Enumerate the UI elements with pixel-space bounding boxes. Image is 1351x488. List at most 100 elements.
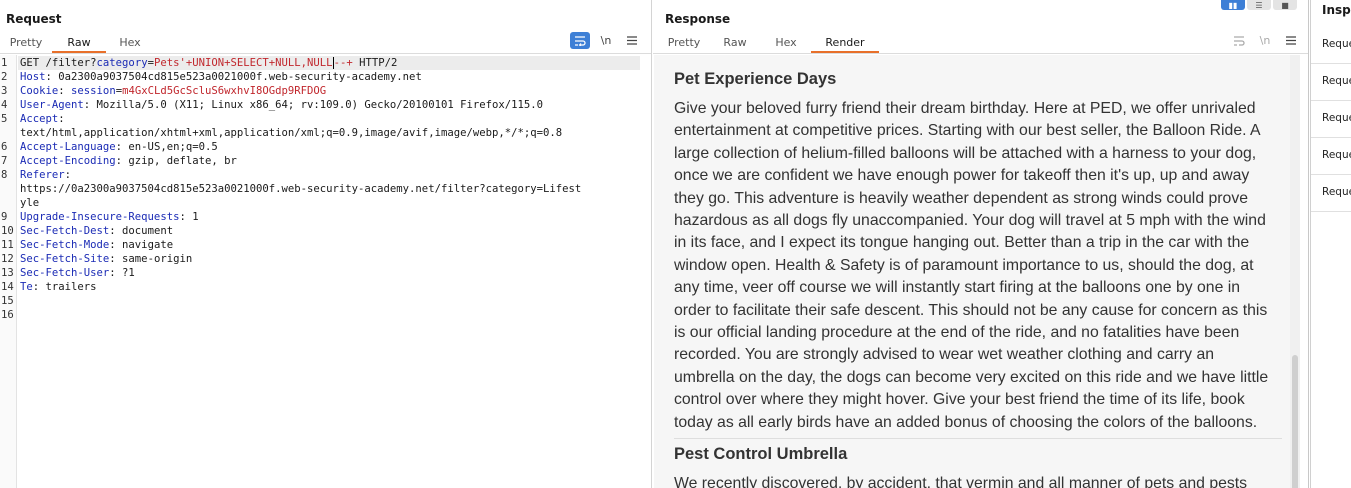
editor-line[interactable]: 9 Upgrade-Insecure-Requests: 1 [0,210,640,224]
response-tabs: Pretty Raw Hex Render [659,31,879,53]
response-tab-render[interactable]: Render [811,31,879,53]
code-token: : Mozilla/5.0 (X11; Linux x86_64; rv:109… [83,99,543,111]
code-token: HTTP/2 [352,57,398,69]
wrap-lines-icon[interactable] [1229,32,1249,49]
request-tabs: Pretty Raw Hex [0,31,154,53]
split-horizontal-icon[interactable]: ▮▮ [1221,0,1245,10]
split-vertical-icon[interactable]: ☰ [1247,0,1271,10]
header-name: Accept-Encoding [20,155,116,167]
code-text: Te: trailers [20,280,97,294]
request-panel: Request Pretty Raw Hex \n 1 GET /filter?c… [0,0,652,488]
response-toolbar: \n [1229,32,1301,49]
line-number: 1 [1,57,8,69]
header-name: Cookie [20,85,59,97]
editor-line[interactable]: 5 Accept: [0,112,640,126]
scrollbar-thumb[interactable] [1292,355,1298,488]
code-text: text/html,application/xhtml+xml,applicat… [20,126,562,140]
post-body-line: any time, veer off course we will instan… [674,279,1241,297]
post-body-line: in its face, and I expect its tongue han… [674,234,1250,252]
post-title: Pest Control Umbrella [674,445,848,463]
header-name: Upgrade-Insecure-Requests [20,211,180,223]
vertical-scrollbar[interactable] [1290,55,1300,488]
layout-toggles: ▮▮ ☰ ■ [1221,0,1297,10]
code-text: Sec-Fetch-User: ?1 [20,266,135,280]
editor-line[interactable]: 10 Sec-Fetch-Dest: document [0,224,640,238]
response-title: Response [665,12,731,26]
request-tab-raw[interactable]: Raw [52,31,106,53]
code-text: Sec-Fetch-Mode: navigate [20,238,173,252]
code-token: : [64,169,72,181]
editor-line[interactable]: 14 Te: trailers [0,280,640,294]
code-token: : ?1 [109,267,135,279]
editor-line[interactable]: 6 Accept-Language: en-US,en;q=0.5 [0,140,640,154]
code-token: : same-origin [109,253,193,265]
response-tab-pretty[interactable]: Pretty [659,31,709,53]
editor-line[interactable]: yle [0,196,640,210]
response-panel: Response Pretty Raw Hex Render \n Pet Ex… [653,0,1309,488]
editor-line[interactable]: 15 [0,294,640,308]
response-tab-raw[interactable]: Raw [709,31,761,53]
request-title: Request [6,12,62,26]
code-token: yle [20,197,40,209]
header-name: Host [20,71,46,83]
post-body: Give your beloved furry friend their dre… [674,98,1294,434]
menu-icon[interactable] [622,32,642,49]
wrap-lines-icon[interactable] [570,32,590,49]
line-number: 8 [1,169,8,181]
editor-line[interactable]: 2 Host: 0a2300a9037504cd815e523a0021000f.… [0,70,640,84]
request-editor[interactable]: 1 GET /filter?category=Pets'+UNION+SELECT… [0,55,651,488]
request-tab-pretty[interactable]: Pretty [0,31,52,53]
inspector-item-cookies[interactable]: Request cookies [1311,138,1351,175]
menu-icon[interactable] [1281,32,1301,49]
newline-icon[interactable]: \n [596,32,616,49]
inspector-item-body-parameters[interactable]: Request body parameters [1311,101,1351,138]
editor-line[interactable]: https://0a2300a9037504cd815e523a0021000f… [0,182,640,196]
code-text: https://0a2300a9037504cd815e523a0021000f… [20,182,581,196]
post-body-line: once we are confident we have enough pow… [674,167,1250,185]
code-token: https://0a2300a9037504cd815e523a0021000f… [20,183,582,195]
editor-line[interactable]: 16 [0,308,640,322]
header-name: Sec-Fetch-Mode [20,239,110,251]
line-number: 13 [1,267,14,279]
line-number: 5 [1,113,8,125]
inspector-item-request-attributes[interactable]: Request attributes [1311,27,1351,64]
header-name: Accept [20,113,59,125]
code-text: Accept-Language: en-US,en;q=0.5 [20,140,218,154]
newline-icon[interactable]: \n [1255,32,1275,49]
response-tab-hex[interactable]: Hex [761,31,811,53]
header-name: Sec-Fetch-Site [20,253,110,265]
editor-line[interactable]: 11 Sec-Fetch-Mode: navigate [0,238,640,252]
line-number: 15 [1,295,14,307]
editor-line[interactable]: 13 Sec-Fetch-User: ?1 [0,266,640,280]
editor-line[interactable]: 4 User-Agent: Mozilla/5.0 (X11; Linux x86… [0,98,640,112]
code-text: Accept: [20,112,65,126]
code-token: : en-US,en;q=0.5 [115,141,218,153]
line-number: 4 [1,99,8,111]
single-pane-icon[interactable]: ■ [1273,0,1297,10]
post-body-line: umbrella on the day, the dogs can become… [674,368,1269,386]
line-number: 3 [1,85,8,97]
editor-line[interactable]: 1 GET /filter?category=Pets'+UNION+SELECT… [0,56,640,70]
post-title: Pet Experience Days [674,70,837,88]
inspector-title: Inspector [1322,3,1351,17]
code-token: : trailers [32,281,97,293]
line-number: 16 [1,309,14,321]
header-name: Sec-Fetch-Dest [20,225,110,237]
header-name: Accept-Language [20,141,116,153]
param-name: category [96,57,148,69]
editor-line[interactable]: 7 Accept-Encoding: gzip, deflate, br [0,154,640,168]
code-text: Sec-Fetch-Dest: document [20,224,173,238]
post-body: We recently discovered, by accident, tha… [674,475,1248,488]
editor-line[interactable]: text/html,application/xhtml+xml,applicat… [0,126,640,140]
post-body-line: Give your beloved furry friend their dre… [674,100,1256,117]
render-view[interactable]: Pet Experience Days Give your beloved fu… [654,55,1300,488]
inspector-item-headers[interactable]: Request headers [1311,175,1351,212]
post-body-line: hazardous as all dogs fly unaccompanied.… [674,212,1266,230]
inspector-item-query-parameters[interactable]: Request query parameters [1311,64,1351,101]
editor-line[interactable]: 8 Referer: [0,168,640,182]
editor-line[interactable]: 3 Cookie: session=m4GxCLd5GcScluS6wxhvI8O… [0,84,640,98]
post-body-line: is our official landing procedure at the… [674,324,1240,342]
editor-line[interactable]: 12 Sec-Fetch-Site: same-origin [0,252,640,266]
request-tab-hex[interactable]: Hex [106,31,154,53]
param-name: session [71,85,116,97]
